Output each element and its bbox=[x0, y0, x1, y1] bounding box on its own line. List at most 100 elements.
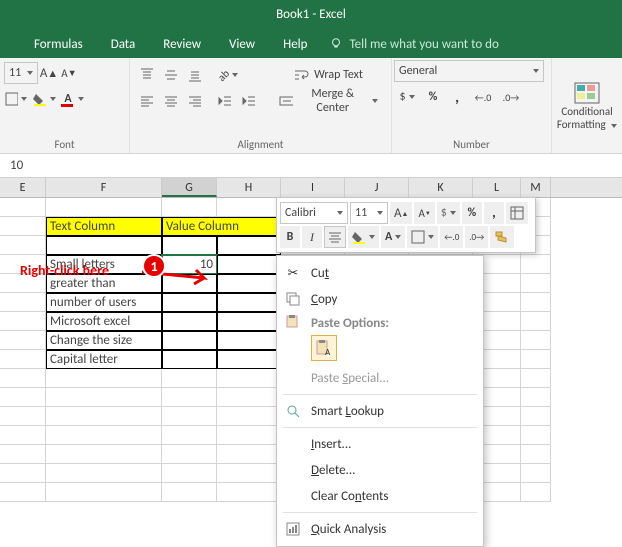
column-headers: E F G H I J K L M bbox=[0, 178, 622, 198]
paste-all-button[interactable]: A bbox=[311, 335, 337, 361]
tab-review[interactable]: Review bbox=[149, 30, 215, 58]
cell-text-2[interactable]: number of users bbox=[46, 293, 162, 312]
cond-fmt-label1: Conditional bbox=[561, 105, 612, 118]
ribbon-tabs: Formulas Data Review View Help Tell me w… bbox=[0, 30, 622, 58]
mini-comma[interactable]: , bbox=[484, 202, 504, 224]
col-header-H[interactable]: H bbox=[217, 178, 281, 197]
smart-lookup-icon bbox=[285, 403, 301, 419]
ctx-sep-2 bbox=[283, 427, 477, 428]
col-header-M[interactable]: M bbox=[521, 178, 551, 197]
decrease-indent-button[interactable] bbox=[214, 90, 236, 112]
mini-align-center[interactable] bbox=[324, 226, 346, 248]
mini-italic[interactable]: I bbox=[302, 226, 322, 248]
ctx-clear-contents[interactable]: Clear Contents bbox=[277, 483, 483, 509]
font-size-value: 11 bbox=[9, 66, 21, 80]
decrease-decimal-button[interactable]: .0→ bbox=[498, 86, 524, 108]
mini-format-cells[interactable] bbox=[506, 202, 528, 224]
ctx-quick-analysis[interactable]: Quick Analysis bbox=[277, 516, 483, 542]
align-center-button[interactable] bbox=[160, 90, 182, 112]
fill-color-button[interactable] bbox=[30, 88, 58, 110]
scissors-icon: ✂ bbox=[285, 265, 301, 281]
tab-formulas[interactable]: Formulas bbox=[20, 30, 97, 58]
merge-center-button[interactable]: Merge & Center bbox=[272, 90, 385, 112]
col-header-F[interactable]: F bbox=[46, 178, 162, 197]
ctx-smart-lookup[interactable]: Smart Lookup bbox=[277, 398, 483, 424]
cell-text-4[interactable]: Change the size bbox=[46, 331, 162, 350]
mini-grow-font[interactable]: A▲ bbox=[390, 202, 412, 224]
badge-1: 1 bbox=[142, 254, 166, 278]
tab-view[interactable]: View bbox=[215, 30, 269, 58]
align-left-button[interactable] bbox=[136, 90, 158, 112]
group-font-label: Font bbox=[0, 136, 129, 153]
ctx-sep-3 bbox=[283, 512, 477, 513]
align-bottom-button[interactable] bbox=[184, 64, 206, 86]
callout-right-click: Right-click here bbox=[20, 262, 109, 279]
shrink-font-button[interactable]: A▼ bbox=[60, 62, 78, 84]
mini-bold[interactable]: B bbox=[280, 226, 300, 248]
tab-help[interactable]: Help bbox=[269, 30, 321, 58]
mini-shrink-font[interactable]: A▼ bbox=[414, 202, 434, 224]
group-alignment-label: Alignment bbox=[130, 136, 391, 153]
mini-format-painter[interactable] bbox=[490, 226, 514, 248]
quick-analysis-icon bbox=[285, 521, 301, 537]
tab-data[interactable]: Data bbox=[97, 30, 150, 58]
orientation-button[interactable]: ab bbox=[214, 64, 242, 86]
increase-indent-button[interactable] bbox=[238, 90, 260, 112]
context-menu: ✂ Cut Copy Paste Options: A Paste Specia… bbox=[276, 255, 484, 547]
clipboard-icon bbox=[285, 314, 301, 330]
group-number: General $ % , ←.0 .0→ Number bbox=[392, 58, 552, 153]
col-header-K[interactable]: K bbox=[409, 178, 473, 197]
formula-bar[interactable]: 10 bbox=[0, 154, 622, 178]
ctx-delete[interactable]: Delete... bbox=[277, 457, 483, 483]
comma-button[interactable]: , bbox=[446, 86, 468, 108]
align-right-button[interactable] bbox=[184, 90, 206, 112]
wrap-text-button[interactable]: Wrap Text bbox=[272, 64, 385, 86]
mini-font-size[interactable]: 11 bbox=[350, 202, 388, 224]
col-header-G[interactable]: G bbox=[162, 178, 217, 197]
ctx-cut[interactable]: ✂ Cut bbox=[277, 260, 483, 286]
number-format-select[interactable]: General bbox=[394, 60, 544, 82]
mini-border[interactable] bbox=[407, 226, 438, 248]
mini-font-color[interactable]: A bbox=[381, 226, 405, 248]
align-middle-button[interactable] bbox=[160, 64, 182, 86]
mini-accounting[interactable]: $ bbox=[437, 202, 460, 224]
conditional-formatting-button[interactable]: Conditional Formatting bbox=[555, 71, 619, 141]
font-color-button[interactable]: A bbox=[60, 88, 88, 110]
header-text-column[interactable]: Text Column bbox=[46, 217, 162, 236]
accounting-format-button[interactable]: $ bbox=[394, 86, 420, 108]
mini-fill-color[interactable] bbox=[348, 226, 379, 248]
number-format-value: General bbox=[399, 64, 437, 78]
col-header-E[interactable]: E bbox=[0, 178, 46, 197]
merge-center-label: Merge & Center bbox=[297, 87, 368, 115]
col-header-L[interactable]: L bbox=[473, 178, 521, 197]
col-header-I[interactable]: I bbox=[281, 178, 345, 197]
cell-text-5[interactable]: Capital letter bbox=[46, 350, 162, 369]
cell-text-3[interactable]: Microsoft excel bbox=[46, 312, 162, 331]
font-size-select[interactable]: 11 bbox=[4, 62, 38, 84]
border-button[interactable] bbox=[4, 88, 28, 110]
group-font: 11 A▲ A▼ A Font bbox=[0, 58, 130, 153]
mini-percent[interactable]: % bbox=[462, 202, 482, 224]
align-top-button[interactable] bbox=[136, 64, 158, 86]
group-alignment: ab Wrap Text Merge & Center bbox=[130, 58, 392, 153]
percent-button[interactable]: % bbox=[422, 86, 444, 108]
mini-dec-decimal[interactable]: .0→ bbox=[465, 226, 488, 248]
lightbulb-icon bbox=[329, 37, 343, 51]
ctx-paste-row: A bbox=[277, 333, 483, 365]
mini-font-name[interactable]: Calibri bbox=[280, 202, 348, 224]
grow-font-button[interactable]: A▲ bbox=[40, 62, 58, 84]
mini-inc-decimal[interactable]: ←.0 bbox=[440, 226, 463, 248]
tell-me[interactable]: Tell me what you want to do bbox=[329, 37, 498, 52]
ctx-paste-special[interactable]: Paste Special... bbox=[277, 365, 483, 391]
group-styles: Conditional Formatting bbox=[552, 58, 622, 153]
cond-fmt-label2: Formatting bbox=[557, 118, 606, 131]
increase-decimal-button[interactable]: ←.0 bbox=[470, 86, 496, 108]
col-header-J[interactable]: J bbox=[345, 178, 409, 197]
ctx-paste-options: Paste Options: bbox=[277, 312, 483, 333]
group-number-label: Number bbox=[392, 136, 551, 153]
ctx-insert[interactable]: Insert... bbox=[277, 431, 483, 457]
copy-icon bbox=[285, 291, 301, 307]
header-value-column[interactable]: Value Column bbox=[162, 217, 281, 236]
ctx-copy[interactable]: Copy bbox=[277, 286, 483, 312]
tell-me-label: Tell me what you want to do bbox=[349, 37, 498, 52]
